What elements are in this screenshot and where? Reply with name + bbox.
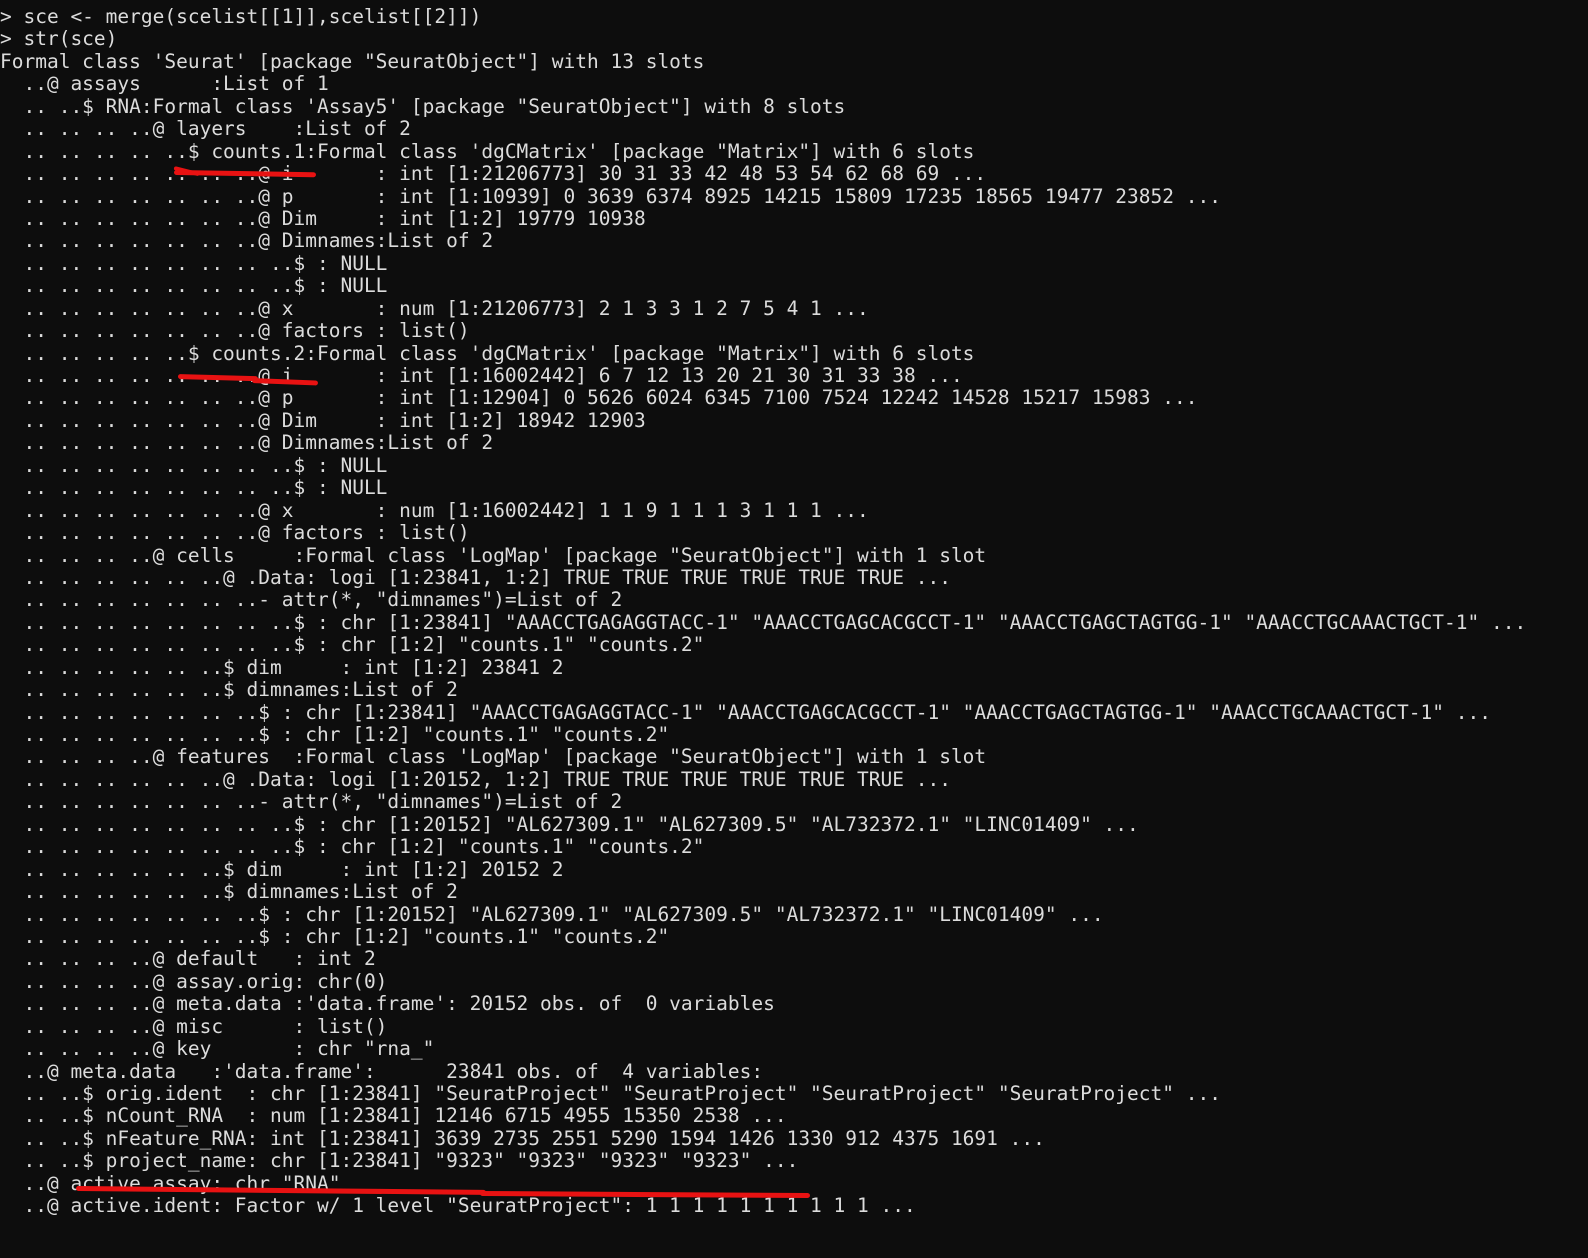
console-output: > sce <- merge(scelist[[1]],scelist[[2]]…	[0, 0, 1526, 1218]
console-line: .. .. .. .. .. .. ..@ Dim : int [1:2] 18…	[0, 408, 646, 432]
console-line: .. .. .. .. .. .. .. ..$ : NULL	[0, 476, 388, 500]
console-line: .. .. .. .. .. .. ..$ : chr [1:2] "count…	[0, 924, 670, 948]
console-line: .. .. .. .. .. .. .. ..$ : chr [1:2] "co…	[0, 633, 705, 657]
console-line: .. .. .. .. .. .. ..- attr(*, "dimnames"…	[0, 588, 623, 612]
console-line: .. .. .. .. .. ..$ dimnames:List of 2	[0, 880, 458, 904]
console-line: .. .. .. .. .. .. .. ..$ : NULL	[0, 453, 388, 477]
console-line: .. ..$ nFeature_RNA: int [1:23841] 3639 …	[0, 1126, 1045, 1150]
console-line: .. .. .. .. .. .. .. ..$ : chr [1:20152]…	[0, 812, 1139, 836]
console-line: Formal class 'Seurat' [package "SeuratOb…	[0, 49, 705, 73]
console-line: .. .. .. .. .. .. ..$ : chr [1:23841] "A…	[0, 700, 1491, 724]
console-line: .. .. .. .. .. .. ..- attr(*, "dimnames"…	[0, 790, 623, 814]
console-line: > str(sce)	[0, 27, 118, 51]
r-console-terminal[interactable]: > sce <- merge(scelist[[1]],scelist[[2]]…	[0, 0, 1588, 1258]
console-line: .. .. .. .. .. .. ..$ : chr [1:20152] "A…	[0, 902, 1104, 926]
console-line: .. .. .. ..@ default : int 2	[0, 947, 376, 971]
console-line: .. .. .. .. .. .. ..$ : chr [1:2] "count…	[0, 723, 670, 746]
console-line: .. .. .. .. .. .. .. ..$ : NULL	[0, 274, 388, 298]
console-line: .. .. .. .. .. .. ..@ x : num [1:2120677…	[0, 296, 869, 320]
console-line: > sce <- merge(scelist[[1]],scelist[[2]]…	[0, 5, 482, 28]
console-line: .. .. .. .. .. ..$ dimnames:List of 2	[0, 678, 458, 702]
console-line: .. .. .. .. .. .. ..@ i : int [1:1600244…	[0, 364, 963, 387]
console-line: .. .. .. ..@ layers :List of 2	[0, 117, 411, 141]
console-line: .. .. .. ..@ misc : list()	[0, 1014, 388, 1038]
console-line: .. .. .. .. .. ..@ .Data: logi [1:20152,…	[0, 767, 951, 791]
console-line: .. ..$ orig.ident : chr [1:23841] "Seura…	[0, 1082, 1221, 1105]
console-line: .. ..$ project_name: chr [1:23841] "9323…	[0, 1149, 799, 1173]
console-line: .. .. .. .. .. .. ..@ p : int [1:10939] …	[0, 184, 1221, 208]
console-line: .. .. .. ..@ features :Formal class 'Log…	[0, 745, 987, 769]
console-line: ..@ assays :List of 1	[0, 72, 329, 96]
console-line: .. .. .. .. .. ..@ .Data: logi [1:23841,…	[0, 565, 951, 589]
console-line: ..@ active.assay: chr "RNA"	[0, 1171, 341, 1195]
console-line: .. .. .. .. .. .. .. ..$ : NULL	[0, 251, 388, 275]
console-line: .. .. .. .. .. .. ..@ factors : list()	[0, 319, 470, 343]
console-line: .. ..$ RNA:Formal class 'Assay5' [packag…	[0, 94, 846, 118]
console-line: .. .. .. .. .. .. ..@ x : num [1:1600244…	[0, 498, 869, 522]
console-line: .. .. .. ..@ meta.data :'data.frame': 20…	[0, 992, 775, 1016]
console-line: .. .. .. .. .. .. ..@ Dim : int [1:2] 19…	[0, 206, 646, 230]
console-line: .. .. .. .. .. ..$ dim : int [1:2] 20152…	[0, 857, 564, 881]
console-line: .. .. .. .. .. .. ..@ factors : list()	[0, 521, 470, 545]
console-line: ..@ meta.data :'data.frame': 23841 obs. …	[0, 1059, 764, 1083]
console-line: ..@ active.ident: Factor w/ 1 level "Seu…	[0, 1194, 916, 1218]
console-line: .. .. .. .. .. .. ..@ i : int [1:2120677…	[0, 162, 987, 186]
console-line: .. .. .. ..@ cells :Formal class 'LogMap…	[0, 543, 987, 567]
console-line: .. .. .. .. .. .. ..@ Dimnames:List of 2	[0, 431, 494, 455]
console-line: .. .. .. .. .. .. .. ..$ : chr [1:2] "co…	[0, 835, 705, 859]
console-line: .. .. .. .. .. .. ..@ Dimnames:List of 2	[0, 229, 494, 253]
console-line: .. .. .. .. .. ..$ dim : int [1:2] 23841…	[0, 655, 564, 679]
console-line: .. .. .. .. ..$ counts.1:Formal class 'd…	[0, 139, 975, 163]
console-line: .. .. .. .. ..$ counts.2:Formal class 'd…	[0, 341, 975, 365]
console-line: .. .. .. .. .. .. ..@ p : int [1:12904] …	[0, 386, 1198, 410]
console-line: .. .. .. ..@ key : chr "rna_"	[0, 1037, 435, 1061]
console-line: .. .. .. .. .. .. .. ..$ : chr [1:23841]…	[0, 610, 1527, 634]
console-line: .. .. .. ..@ assay.orig: chr(0)	[0, 969, 388, 993]
console-line: .. ..$ nCount_RNA : num [1:23841] 12146 …	[0, 1104, 787, 1128]
